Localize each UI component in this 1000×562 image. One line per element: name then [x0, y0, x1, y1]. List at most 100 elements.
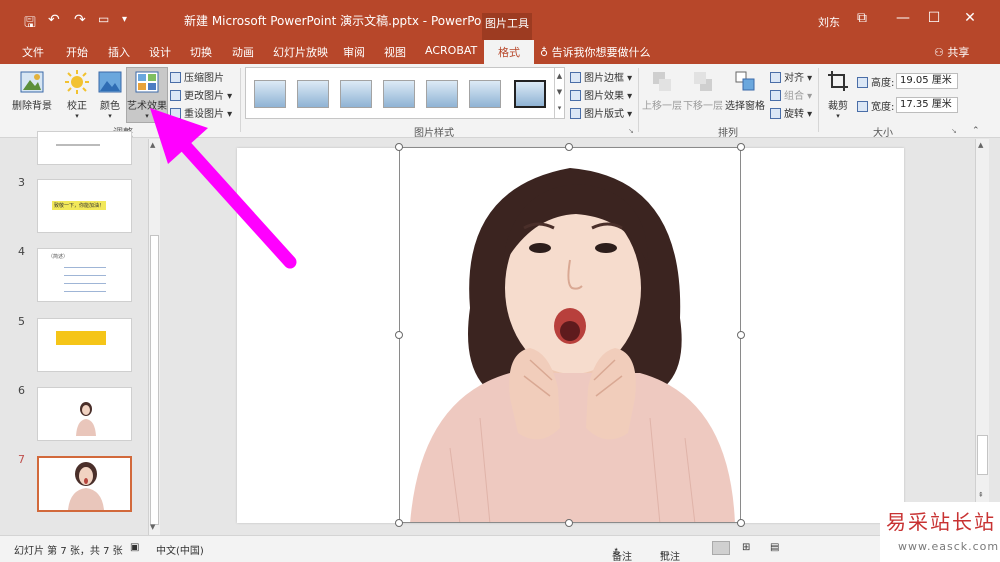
redo-icon[interactable]: ↷ [74, 12, 86, 28]
artistic-effects-icon [135, 71, 159, 93]
resize-handle-top[interactable] [565, 143, 573, 151]
scroll-up-icon[interactable]: ▲ [978, 141, 983, 149]
slide-thumbnail-5[interactable] [37, 318, 132, 372]
gallery-scroll-icon[interactable]: ▲ ▼ ▾ [554, 68, 564, 118]
tab-insert[interactable]: 插入 [108, 44, 130, 60]
user-name[interactable]: 刘东 [818, 14, 840, 30]
scroll-thumb[interactable] [150, 235, 159, 525]
send-backward-label: 下移一层 [683, 101, 723, 112]
scroll-thumb[interactable] [977, 435, 988, 475]
remove-background-button[interactable]: 删除背景 [10, 70, 54, 112]
resize-handle-top-left[interactable] [395, 143, 403, 151]
bring-forward-button[interactable]: 上移一层 [642, 70, 682, 112]
tell-me-box[interactable]: ♁ 告诉我你想要做什么 [540, 44, 651, 60]
ribbon-display-options-icon[interactable]: ⧉ [852, 10, 872, 26]
artistic-effects-dropdown-icon: ▾ [145, 112, 149, 120]
align-button[interactable]: 对齐 ▾ [770, 69, 812, 84]
change-picture-button[interactable]: 更改图片 ▾ [170, 87, 232, 102]
undo-icon[interactable]: ↶ [48, 12, 60, 28]
tab-acrobat[interactable]: ACROBAT [425, 44, 477, 57]
picture-border-button[interactable]: 图片边框 ▾ [570, 69, 632, 84]
tab-design[interactable]: 设计 [149, 44, 171, 60]
group-icon [770, 90, 781, 101]
picture-effects-label: 图片效果 [584, 91, 624, 102]
normal-view-icon[interactable] [712, 541, 730, 555]
crop-dropdown-icon: ▾ [836, 112, 840, 120]
tell-me-text: 告诉我你想要做什么 [551, 46, 651, 59]
crop-icon [828, 71, 848, 91]
size-dialog-launcher-icon[interactable]: ↘ [951, 127, 957, 135]
corrections-label: 校正 [67, 101, 87, 112]
collapse-ribbon-icon[interactable]: ⌃ [972, 126, 980, 136]
resize-handle-right[interactable] [737, 331, 745, 339]
slide-panel-scrollbar[interactable]: ▲ ▼ [148, 139, 160, 535]
separator [818, 68, 819, 132]
corrections-button[interactable]: 校正 ▾ [62, 70, 92, 120]
picture-style-2[interactable] [297, 80, 329, 108]
crop-button[interactable]: 裁剪 ▾ [822, 70, 854, 120]
width-input[interactable]: 17.35 厘米 [896, 97, 958, 113]
height-label: 高度: [871, 78, 895, 89]
picture-style-1[interactable] [254, 80, 286, 108]
group-button[interactable]: 组合 ▾ [770, 87, 812, 102]
spellcheck-icon[interactable]: ▣ [130, 542, 139, 553]
language-indicator[interactable]: 中文(中国) [156, 542, 204, 557]
artistic-effects-button[interactable]: 艺术效果 ▾ [126, 70, 168, 120]
slide-thumbnail-7[interactable] [37, 456, 132, 512]
change-picture-icon [170, 90, 181, 101]
selected-picture[interactable] [399, 147, 741, 523]
minimize-button[interactable]: — [893, 10, 913, 26]
color-button[interactable]: 颜色 ▾ [95, 70, 125, 120]
tab-review[interactable]: 审阅 [343, 44, 365, 60]
tab-transitions[interactable]: 切换 [190, 44, 212, 60]
picture-border-label: 图片边框 [584, 73, 624, 84]
reading-view-icon[interactable]: ▤ [770, 542, 779, 553]
share-button[interactable]: ⚇ 共享 [934, 44, 969, 60]
resize-handle-bottom-left[interactable] [395, 519, 403, 527]
separator [240, 68, 241, 132]
previous-slide-icon[interactable]: ⇞ [978, 491, 984, 499]
slide-thumbnail-3[interactable]: 致敬一下，你能加油！ [37, 179, 132, 233]
height-input[interactable]: 19.05 厘米 [896, 73, 958, 89]
resize-handle-top-right[interactable] [737, 143, 745, 151]
slide-thumbnail-4[interactable]: （简述） [37, 248, 132, 302]
slide-sorter-icon[interactable]: ⊞ [742, 542, 750, 553]
tab-view[interactable]: 视图 [384, 44, 406, 60]
resize-handle-left[interactable] [395, 331, 403, 339]
tab-home[interactable]: 开始 [66, 44, 88, 60]
scroll-up-icon[interactable]: ▲ [150, 141, 155, 149]
canvas-scrollbar[interactable]: ▲ ⇞ ⇟ [975, 139, 989, 535]
picture-style-6[interactable] [469, 80, 501, 108]
resize-handle-bottom-right[interactable] [737, 519, 745, 527]
resize-handle-bottom[interactable] [565, 519, 573, 527]
selection-pane-button[interactable]: 选择窗格 [724, 70, 766, 112]
picture-style-7[interactable] [514, 80, 546, 108]
send-backward-button[interactable]: 下移一层 [683, 70, 723, 112]
dialog-launcher-icon[interactable]: ↘ [628, 127, 634, 135]
slide-thumbnail-2[interactable] [37, 131, 132, 165]
picture-style-3[interactable] [340, 80, 372, 108]
save-icon[interactable]: 🖫 [24, 12, 36, 36]
scroll-down-icon[interactable]: ▼ [150, 523, 155, 531]
watermark: 易采站长站 www.easck.com [880, 502, 1000, 562]
picture-style-4[interactable] [383, 80, 415, 108]
tab-animations[interactable]: 动画 [232, 44, 254, 60]
compress-pictures-button[interactable]: 压缩图片 [170, 69, 224, 84]
status-bar: 幻灯片 第 7 张，共 7 张 ▣ 中文(中国) ≛ 备注 ▭ 批注 ⊞ ▤ [0, 535, 1000, 562]
maximize-button[interactable]: ☐ [924, 10, 944, 26]
slide-thumbnail-6[interactable] [37, 387, 132, 441]
close-button[interactable]: ✕ [960, 10, 980, 26]
picture-layout-button[interactable]: 图片版式 ▾ [570, 105, 632, 120]
rotate-button[interactable]: 旋转 ▾ [770, 105, 812, 120]
tab-format[interactable]: 格式 [484, 40, 534, 64]
reset-picture-button[interactable]: 重设图片 ▾ [170, 105, 232, 120]
present-from-start-icon[interactable]: ▭ [98, 12, 109, 26]
tab-slideshow[interactable]: 幻灯片放映 [273, 44, 328, 60]
remove-background-icon [20, 71, 44, 93]
customize-toolbar-icon[interactable]: ▾ [122, 14, 127, 25]
tab-file[interactable]: 文件 [22, 44, 44, 60]
person-icon: ⚇ [934, 46, 948, 59]
picture-style-5[interactable] [426, 80, 458, 108]
picture-effects-button[interactable]: 图片效果 ▾ [570, 87, 632, 102]
thumb-text-line [56, 144, 100, 146]
